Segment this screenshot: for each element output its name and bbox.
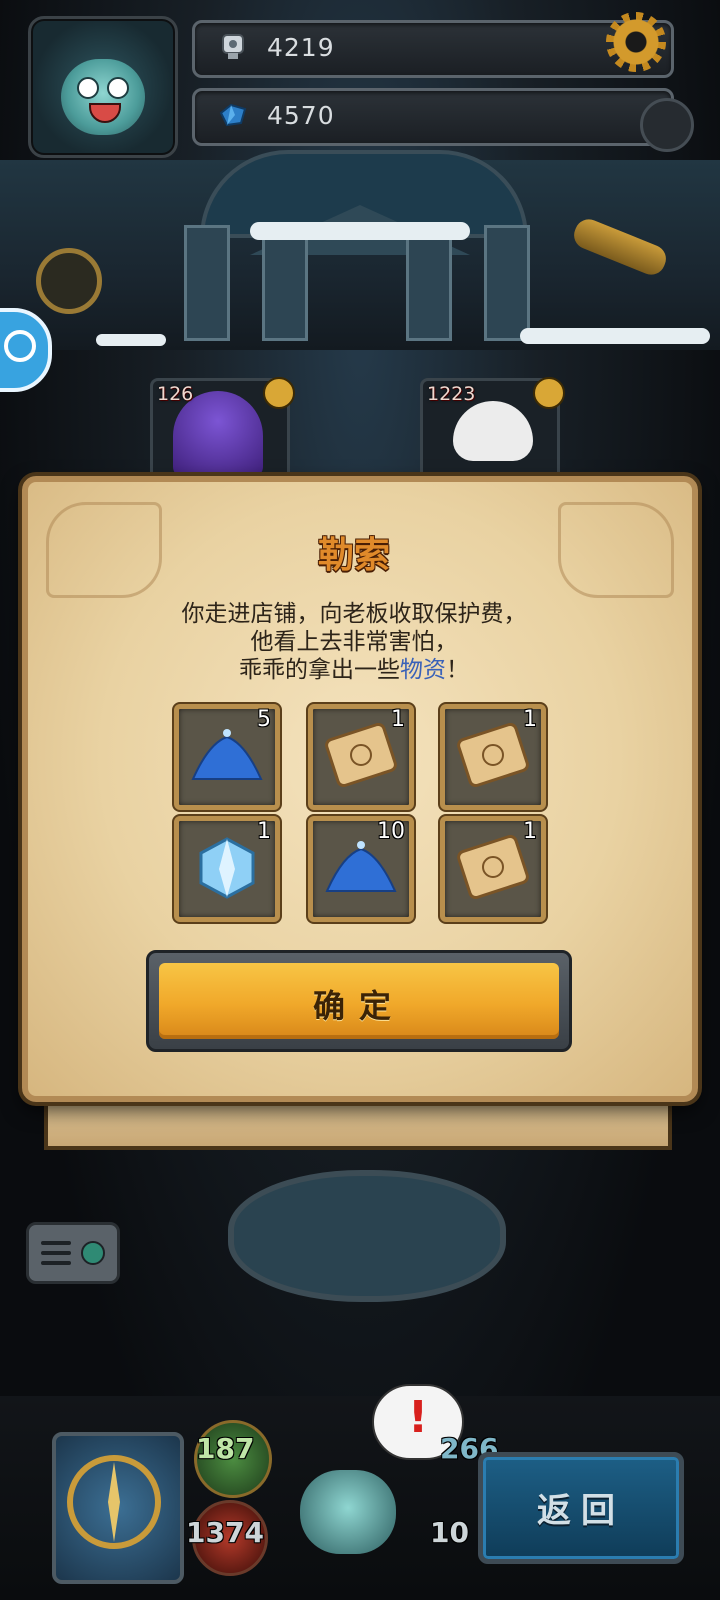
message-line: 乖乖的拿出一些物资！ [239, 657, 469, 683]
confirm-button[interactable]: 确定 [146, 950, 572, 1052]
robot-hero-icon[interactable] [300, 1470, 396, 1554]
reward-item[interactable]: 1 [308, 704, 414, 810]
scroll-map-icon [457, 723, 529, 788]
snow-patch [96, 334, 166, 346]
reward-item[interactable]: 1 [440, 704, 546, 810]
robot-face-icon [61, 59, 145, 135]
unit-card[interactable]: 1223 [420, 377, 565, 484]
back-button[interactable]: 返回 [478, 1452, 684, 1564]
menu-dot-icon [81, 1241, 105, 1265]
dialog-message: 你走进店铺，向老板收取保护费， 他看上去非常害怕， 乖乖的拿出一些物资！ [28, 600, 680, 684]
reward-item[interactable]: 1 [440, 816, 546, 922]
crystal-count: 4570 [267, 101, 335, 130]
player-avatar[interactable] [28, 16, 178, 158]
snow-patch [520, 328, 710, 344]
right-stat-bottom: 10 [430, 1516, 469, 1549]
compass-icon [67, 1455, 161, 1549]
sword-badge-icon [263, 377, 295, 409]
message-line: 你走进店铺，向老板收取保护费， [181, 601, 527, 627]
reward-quantity: 1 [523, 819, 537, 844]
back-button-label: 返回 [537, 1491, 625, 1531]
pillar [484, 225, 530, 341]
reward-item[interactable]: 5 [174, 704, 280, 810]
green-stat: 187 [196, 1432, 255, 1465]
trophy-cup-icon [222, 34, 244, 59]
reward-item[interactable]: 1 [174, 816, 280, 922]
menu-button[interactable] [26, 1222, 120, 1284]
brass-globe-icon [36, 248, 102, 314]
dialog-title: 勒索 [317, 535, 390, 576]
trophy-count: 4219 [267, 33, 335, 62]
blue-dust-icon [325, 841, 397, 892]
snow-patch [250, 222, 470, 240]
hero-slot-compass[interactable] [52, 1432, 184, 1584]
extortion-dialog: 勒索 你走进店铺，向老板收取保护费， 他看上去非常害怕， 乖乖的拿出一些物资！ … [22, 476, 698, 1102]
reward-quantity: 1 [523, 707, 537, 732]
pillar [262, 225, 308, 341]
round-button[interactable] [640, 98, 694, 152]
reward-quantity: 1 [257, 819, 271, 844]
swan-monster-icon [453, 401, 533, 461]
message-line: 他看上去非常害怕， [250, 629, 458, 655]
red-stat: 1374 [186, 1516, 264, 1549]
reward-quantity: 5 [257, 707, 271, 732]
scroll-map-icon [457, 835, 529, 900]
reward-quantity: 10 [377, 819, 405, 844]
star-fountain [228, 1170, 506, 1302]
blue-dust-icon [191, 729, 263, 780]
search-icon [4, 330, 36, 362]
confirm-button-label: 确定 [312, 987, 405, 1025]
scroll-map-icon [325, 723, 397, 788]
settings-gear-icon[interactable] [606, 12, 666, 72]
pillar [184, 225, 230, 341]
highlight-supplies: 物资 [400, 657, 446, 683]
pillar [406, 225, 452, 341]
unit-power: 126 [157, 383, 194, 405]
sword-badge-icon [533, 377, 565, 409]
unit-power: 1223 [427, 383, 476, 405]
blue-crystal-icon [219, 103, 247, 127]
currency-bar-crystal: 4570 [192, 88, 674, 146]
unit-card[interactable]: 126 [150, 377, 295, 484]
ice-crystal-icon [199, 837, 255, 899]
reward-item[interactable]: 10 [308, 816, 414, 922]
currency-bar-trophy: 4219 [192, 20, 674, 78]
reward-quantity: 1 [391, 707, 405, 732]
